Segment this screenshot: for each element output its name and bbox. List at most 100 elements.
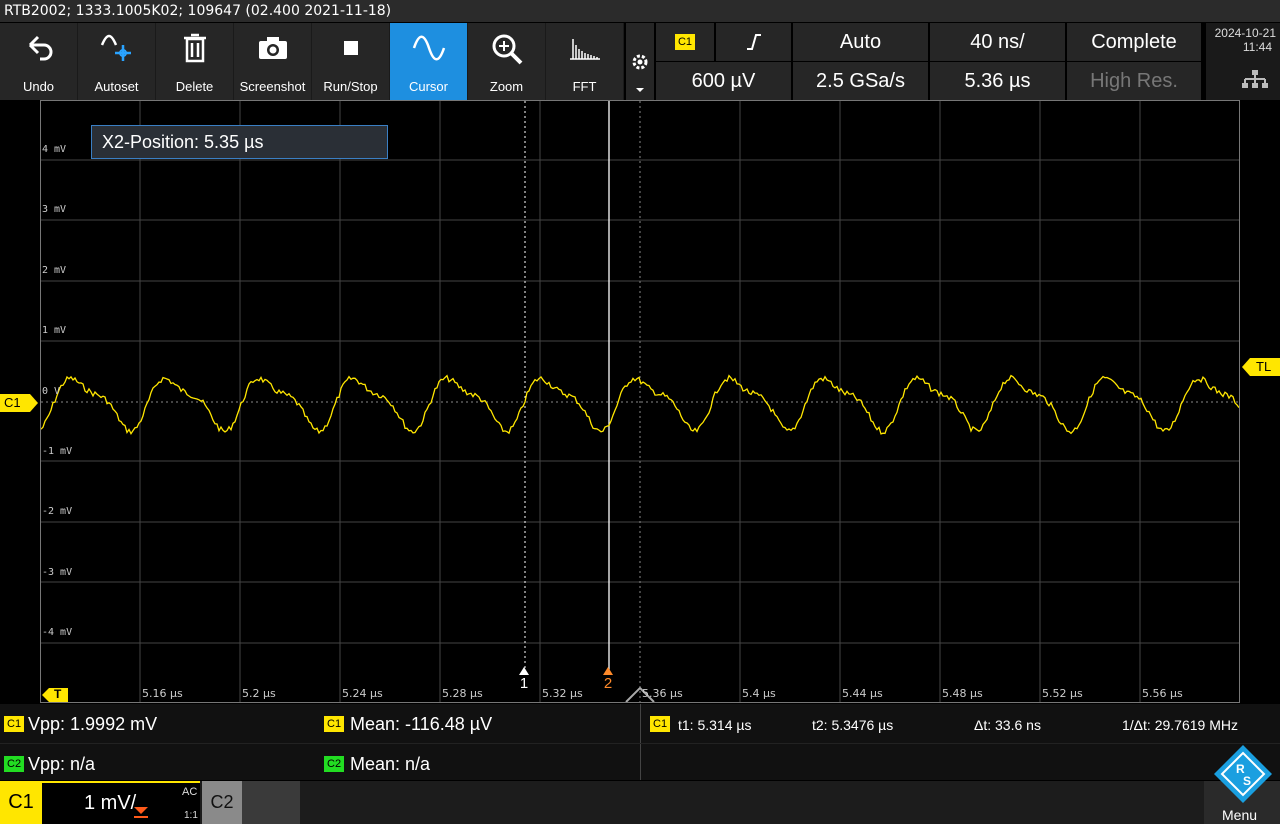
cursor-2-handle[interactable]: 2: [601, 662, 615, 692]
trigger-source[interactable]: C1: [656, 23, 714, 61]
y-label: -2 mV: [42, 506, 73, 517]
c1-channel-button[interactable]: C1: [0, 781, 42, 824]
run-stop-label: Run/Stop: [323, 79, 378, 94]
c2-badge: C2: [324, 756, 345, 772]
fft-button[interactable]: FFT: [546, 23, 623, 100]
y-label: -1 mV: [42, 446, 73, 457]
measurement-panel: C1 Vpp: 1.9992 mV C1 Mean: -116.48 µV C2…: [0, 704, 1280, 780]
cursor-1-label: 1: [519, 675, 529, 692]
c2-mean[interactable]: Mean: n/a: [350, 754, 430, 775]
y-label: 0 V: [42, 386, 61, 397]
undo-button[interactable]: Undo: [0, 23, 77, 100]
c1-scale: 1 mV/: [84, 792, 137, 814]
autoset-label: Autoset: [94, 79, 139, 94]
y-label: 4 mV: [42, 144, 67, 155]
rising-edge-icon: [746, 34, 761, 50]
x-label: 5.24 µs: [342, 687, 383, 700]
trigger-slope[interactable]: [716, 23, 791, 61]
trigger-level[interactable]: 600 µV: [656, 62, 791, 100]
cursor-delta-t[interactable]: Δt: 33.6 ns: [974, 717, 1041, 733]
c2-scale-box[interactable]: [242, 781, 300, 824]
c1-badge: C1: [4, 716, 25, 732]
zoom-icon: [492, 34, 522, 65]
chevron-down-icon: [636, 88, 644, 92]
svg-text:S: S: [1243, 774, 1251, 788]
c1-vpp[interactable]: Vpp: 1.9992 mV: [28, 714, 157, 735]
fft-label: FFT: [572, 79, 597, 94]
c2-channel-button[interactable]: C2: [202, 781, 242, 824]
cursor-label: Cursor: [408, 79, 448, 94]
waveform-graticule[interactable]: [40, 100, 1240, 703]
c1-scale-box[interactable]: 1 mV/ AC 1:1: [42, 781, 200, 824]
settings-button[interactable]: [626, 23, 654, 100]
zoom-label: Zoom: [489, 79, 524, 94]
y-label: -4 mV: [42, 627, 73, 638]
trash-icon: [183, 33, 206, 63]
cursor-2-label: 2: [603, 675, 613, 692]
cursor-position-readout[interactable]: X2-Position: 5.35 µs: [91, 125, 388, 159]
network-icon: [1242, 70, 1268, 88]
undo-icon: [28, 35, 52, 61]
y-label: 3 mV: [42, 204, 67, 215]
c2-vpp[interactable]: Vpp: n/a: [28, 754, 95, 775]
gear-icon: [632, 54, 648, 70]
autoset-button[interactable]: Autoset: [78, 23, 155, 100]
x-label: 5.52 µs: [1042, 687, 1083, 700]
c1-coupling: AC: [182, 786, 198, 798]
cursor-inverse-delta-t[interactable]: 1/Δt: 29.7619 MHz: [1122, 717, 1238, 733]
run-stop-button[interactable]: Run/Stop: [312, 23, 389, 100]
stop-icon: [343, 41, 358, 55]
c1-mean[interactable]: Mean: -116.48 µV: [350, 714, 492, 735]
x-label: 5.28 µs: [442, 687, 483, 700]
acquisition-status[interactable]: Complete: [1067, 23, 1201, 61]
autoset-icon: [100, 34, 131, 61]
cursor-t1[interactable]: t1: 5.314 µs: [678, 717, 751, 733]
trigger-mode[interactable]: Auto: [793, 23, 928, 61]
screenshot-button[interactable]: Screenshot: [234, 23, 311, 100]
time: 11:44: [1242, 40, 1272, 54]
x-label: 5.48 µs: [942, 687, 983, 700]
x-label: 5.44 µs: [842, 687, 883, 700]
trigger-t-marker: T: [42, 687, 68, 702]
fft-icon: [569, 39, 600, 60]
timebase[interactable]: 40 ns/: [930, 23, 1065, 61]
cursor-t2[interactable]: t2: 5.3476 µs: [812, 717, 893, 733]
cursor-wave-icon: [412, 35, 445, 61]
x-label: 5.4 µs: [742, 687, 776, 700]
x-label: 5.32 µs: [542, 687, 583, 700]
x-label: 5.36 µs: [642, 687, 683, 700]
undo-label: Undo: [22, 79, 55, 94]
graticule-svg: [41, 101, 1239, 702]
y-label: 2 mV: [42, 265, 67, 276]
date: 2024-10-21: [1214, 26, 1276, 40]
cursor-button[interactable]: Cursor: [390, 23, 467, 100]
trigger-level-marker[interactable]: TL: [1240, 358, 1280, 376]
x-label: 5.56 µs: [1142, 687, 1183, 700]
delete-button[interactable]: Delete: [156, 23, 233, 100]
c1-waveform-trace: [41, 374, 1239, 436]
x-label: 5.2 µs: [242, 687, 276, 700]
c1-offset-marker[interactable]: C1: [0, 394, 40, 412]
c1-badge: C1: [324, 716, 345, 732]
y-label: 1 mV: [42, 325, 67, 336]
c1-probe-ratio: 1:1: [184, 810, 198, 821]
probe-down-icon: [134, 807, 148, 818]
t-marker-label: T: [54, 687, 62, 701]
screenshot-label: Screenshot: [239, 79, 306, 94]
y-label: -3 mV: [42, 567, 73, 578]
c1-badge: C1: [650, 716, 671, 732]
zoom-button[interactable]: Zoom: [468, 23, 545, 100]
c2-badge: C2: [4, 756, 25, 772]
channel-bar: C1 1 mV/ AC 1:1 C2 R S Menu: [0, 745, 1280, 824]
horizontal-position[interactable]: 5.36 µs: [930, 62, 1065, 100]
cursor-1-handle[interactable]: 1: [517, 662, 531, 692]
sample-rate[interactable]: 2.5 GSa/s: [793, 62, 928, 100]
menu-button[interactable]: R S Menu: [1204, 745, 1280, 824]
c1-marker-label: C1: [4, 395, 21, 410]
title-bar: RTB2002; 1333.1005K02; 109647 (02.400 20…: [0, 0, 1280, 22]
delete-label: Delete: [175, 79, 214, 94]
date-time: 2024-10-21 11:44: [1206, 23, 1280, 100]
acquisition-mode[interactable]: High Res.: [1067, 62, 1201, 100]
triangle-up-icon: [519, 667, 529, 675]
tl-marker-label: TL: [1256, 359, 1272, 374]
